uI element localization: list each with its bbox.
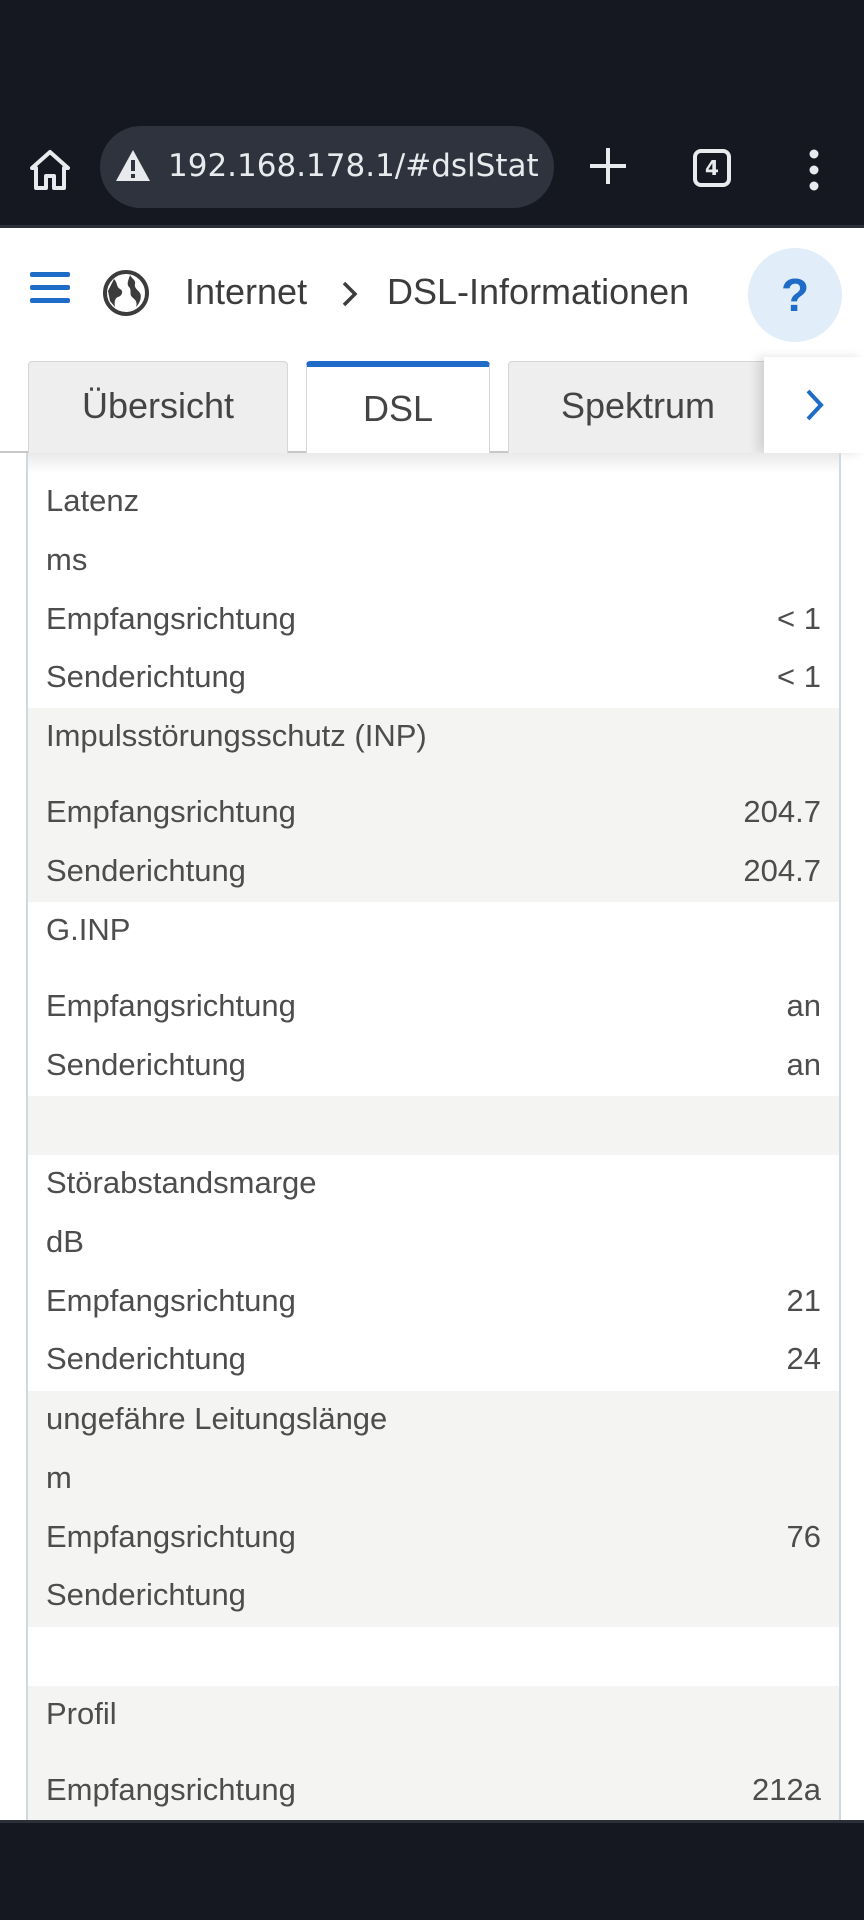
chevron-right-icon <box>342 281 358 307</box>
warning-icon[interactable] <box>114 147 152 185</box>
row-label: Empfangsrichtung <box>46 988 296 1023</box>
breadcrumb-internet[interactable]: Internet <box>185 271 307 313</box>
row-value: < 1 <box>777 601 821 636</box>
section-leitungslaenge: ungefähre Leitungslänge m Empfangsrichtu… <box>28 1391 839 1627</box>
tab-spektrum[interactable]: Spektrum <box>508 361 768 453</box>
row-value: 204.7 <box>743 853 821 888</box>
row-label: Senderichtung <box>46 659 246 694</box>
data-row: Empfangsrichtung < 1 <box>46 601 821 637</box>
data-row: Empfangsrichtung 204.7 <box>46 794 821 830</box>
row-label: Empfangsrichtung <box>46 1283 296 1318</box>
url-text[interactable]: 192.168.178.1/#dslStat <box>168 148 544 184</box>
section-latenz: Latenz ms Empfangsrichtung < 1 Senderich… <box>28 453 839 708</box>
tab-scroll-right-button[interactable] <box>764 357 864 453</box>
section-unit: m <box>46 1460 72 1495</box>
app-header: Internet DSL-Informationen ? <box>0 231 864 357</box>
section-unit: ms <box>46 542 88 577</box>
data-row: Empfangsrichtung an <box>46 988 821 1024</box>
row-label: Senderichtung <box>46 1047 246 1082</box>
row-label: Senderichtung <box>46 1341 246 1376</box>
new-tab-icon[interactable] <box>586 144 630 188</box>
help-button[interactable]: ? <box>748 248 842 342</box>
section-ginp: G.INP Empfangsrichtung an Senderichtung … <box>28 902 839 1096</box>
row-label: Senderichtung <box>46 1577 246 1612</box>
row-value: 76 <box>786 1519 821 1554</box>
tab-switcher-button[interactable]: 4 <box>693 149 731 187</box>
system-navigation-bar <box>0 1820 864 1920</box>
data-row: Senderichtung < 1 <box>46 659 821 695</box>
status-bar <box>0 0 864 118</box>
data-row: Senderichtung 24 <box>46 1341 821 1377</box>
globe-icon <box>103 270 149 316</box>
row-label: Empfangsrichtung <box>46 794 296 829</box>
row-label: Senderichtung <box>46 853 246 888</box>
data-row: Empfangsrichtung 76 <box>46 1519 821 1555</box>
section-unit: dB <box>46 1224 84 1259</box>
row-value: an <box>786 988 821 1023</box>
home-icon[interactable] <box>26 146 74 194</box>
row-value: < 1 <box>777 659 821 694</box>
row-value: 21 <box>786 1283 821 1318</box>
menu-icon[interactable] <box>30 272 70 306</box>
row-value: 212a <box>752 1772 821 1807</box>
page-title: DSL-Informationen <box>387 271 690 312</box>
row-value: 204.7 <box>743 794 821 829</box>
row-label: Empfangsrichtung <box>46 601 296 636</box>
chevron-right-icon <box>806 389 824 421</box>
section-title: G.INP <box>46 912 131 947</box>
browser-toolbar: 192.168.178.1/#dslStat 4 <box>0 118 864 228</box>
row-value: 24 <box>786 1341 821 1376</box>
dsl-details-panel: Latenz ms Empfangsrichtung < 1 Senderich… <box>26 453 841 1820</box>
data-row: Senderichtung an <box>46 1047 821 1083</box>
section-title: Impulsstörungsschutz (INP) <box>46 718 427 753</box>
section-profil: Profil Empfangsrichtung 212a <box>28 1686 839 1820</box>
tab-dsl[interactable]: DSL <box>306 361 490 453</box>
section-title: ungefähre Leitungslänge <box>46 1401 388 1436</box>
section-title: Profil <box>46 1696 117 1731</box>
section-spacer <box>28 1096 839 1155</box>
tab-uebersicht[interactable]: Übersicht <box>28 361 288 453</box>
data-row: Senderichtung <box>46 1577 821 1613</box>
more-vert-icon[interactable] <box>804 148 824 192</box>
section-title: Störabstandsmarge <box>46 1165 317 1200</box>
data-row: Empfangsrichtung 21 <box>46 1283 821 1319</box>
data-row: Empfangsrichtung 212a <box>46 1772 821 1808</box>
section-inp: Impulsstörungsschutz (INP) Empfangsricht… <box>28 708 839 902</box>
tab-bar: Übersicht DSL Spektrum <box>0 357 864 453</box>
row-label: Empfangsrichtung <box>46 1519 296 1554</box>
data-row: Senderichtung 204.7 <box>46 853 821 889</box>
row-value: an <box>786 1047 821 1082</box>
address-bar[interactable]: 192.168.178.1/#dslStat <box>100 126 554 208</box>
row-label: Empfangsrichtung <box>46 1772 296 1807</box>
section-title: Latenz <box>46 483 140 518</box>
section-stoerabstandsmarge: Störabstandsmarge dB Empfangsrichtung 21… <box>28 1155 839 1391</box>
